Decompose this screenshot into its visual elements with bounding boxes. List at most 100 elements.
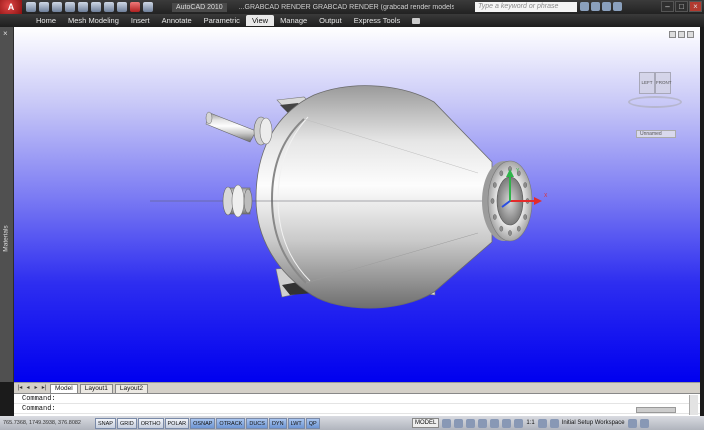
render-icon[interactable] <box>117 2 127 12</box>
toggle-polar[interactable]: POLAR <box>164 417 190 429</box>
ribbon-minimize-icon[interactable] <box>412 17 421 24</box>
toggle-otrack[interactable]: OTRACK <box>216 417 246 429</box>
layout-tabs: |◂ ◂ ▸ ▸| Model Layout1 Layout2 <box>14 382 700 393</box>
tab-manage[interactable]: Manage <box>274 15 313 26</box>
viewport-close-icon[interactable] <box>687 31 694 38</box>
tab-annotate[interactable]: Annotate <box>156 15 198 26</box>
command-history-line: Command: <box>14 394 700 404</box>
coordinate-readout[interactable]: 765.7368, 1749.3938, 376.8082 <box>0 420 95 426</box>
plot-icon[interactable] <box>91 2 101 12</box>
pan-icon[interactable] <box>466 418 476 428</box>
quick-view-drawings-icon[interactable] <box>454 418 464 428</box>
flange-bolt-hole <box>492 214 497 220</box>
toggle-qp[interactable]: QP <box>305 417 320 429</box>
toggle-ortho[interactable]: ORTHO <box>137 417 164 429</box>
open-file-icon[interactable] <box>39 2 49 12</box>
favorites-icon[interactable] <box>602 2 611 11</box>
layout-tab-layout1[interactable]: Layout1 <box>79 383 113 393</box>
layout-tab-layout2[interactable]: Layout2 <box>114 383 148 393</box>
viewport-minimize-icon[interactable] <box>669 31 676 38</box>
render-window-icon[interactable] <box>130 2 140 12</box>
lock-icon[interactable] <box>627 418 637 428</box>
clean-screen-icon[interactable] <box>639 418 649 428</box>
viewcube-compass-ring[interactable] <box>628 96 682 108</box>
search-input[interactable]: Type a keyword or phrase <box>475 2 577 12</box>
toggle-ducs[interactable]: DUCS <box>246 417 268 429</box>
palette-close-icon[interactable]: × <box>3 30 11 38</box>
tab-parametric[interactable]: Parametric <box>198 15 246 26</box>
flange-bolt-hole <box>523 214 528 220</box>
flange-bolt-hole <box>499 225 504 232</box>
model-space-button[interactable]: MODEL <box>412 418 440 428</box>
new-file-icon[interactable] <box>26 2 36 12</box>
workspace-switch-icon[interactable] <box>549 418 559 428</box>
steering-wheel-icon[interactable] <box>490 418 500 428</box>
match-properties-icon[interactable] <box>104 2 114 12</box>
tab-view[interactable]: View <box>245 15 275 26</box>
zoom-icon[interactable] <box>478 418 488 428</box>
status-bar-right: MODEL 1:1 Initial Setup Workspace <box>412 417 649 429</box>
toggle-dyn[interactable]: DYN <box>268 417 287 429</box>
annotation-scale-icon[interactable] <box>514 418 524 428</box>
redo-icon[interactable] <box>78 2 88 12</box>
drawing-viewport[interactable]: X Y LEFT FRONT Unnamed <box>14 27 700 382</box>
minimize-icon[interactable]: – <box>661 1 674 12</box>
quick-view-layouts-icon[interactable] <box>442 418 452 428</box>
command-line-slider[interactable] <box>636 407 676 413</box>
window-controls: – □ × <box>661 1 702 12</box>
palette-label: Materials <box>2 225 10 252</box>
toggle-grid[interactable]: GRID <box>116 417 137 429</box>
toggle-snap[interactable]: SNAP <box>95 417 116 429</box>
undo-icon[interactable] <box>65 2 75 12</box>
toggle-osnap[interactable]: OSNAP <box>190 417 216 429</box>
command-prompt[interactable]: Command: <box>14 404 700 414</box>
layout-tab-model[interactable]: Model <box>50 383 78 393</box>
workspace-icon[interactable] <box>143 2 153 12</box>
annotation-visibility-icon[interactable] <box>537 418 547 428</box>
first-layout-arrow-icon[interactable]: |◂ <box>16 384 24 392</box>
flange-bolt-hole <box>523 182 528 188</box>
viewcube-left-face[interactable]: LEFT <box>639 72 655 94</box>
last-layout-arrow-icon[interactable]: ▸| <box>40 384 48 392</box>
tab-home[interactable]: Home <box>30 15 62 26</box>
viewport-controls <box>669 31 694 38</box>
application-menu-button[interactable]: A <box>0 0 22 14</box>
svg-text:X: X <box>544 193 548 199</box>
inlet-pipe <box>205 111 273 146</box>
viewcube[interactable]: LEFT FRONT <box>626 70 684 110</box>
side-nozzle <box>222 184 253 218</box>
ucs-menu[interactable]: Unnamed <box>636 130 676 138</box>
flange-bolt-hole <box>499 170 504 177</box>
viewcube-front-face[interactable]: FRONT <box>655 72 672 94</box>
close-icon[interactable]: × <box>689 1 702 12</box>
prev-layout-arrow-icon[interactable]: ◂ <box>24 384 32 392</box>
next-layout-arrow-icon[interactable]: ▸ <box>32 384 40 392</box>
save-icon[interactable] <box>52 2 62 12</box>
rendered-model: X Y <box>150 85 548 309</box>
materials-palette[interactable]: × Materials <box>0 27 14 382</box>
flange-bolt-hole <box>516 225 521 232</box>
annotation-scale[interactable]: 1:1 <box>526 420 534 426</box>
tab-express-tools[interactable]: Express Tools <box>348 15 407 26</box>
showmotion-icon[interactable] <box>502 418 512 428</box>
document-title: ...GRABCAD RENDER GRABCAD RENDER (grabca… <box>238 3 454 11</box>
viewport-restore-icon[interactable] <box>678 31 685 38</box>
maximize-icon[interactable]: □ <box>675 1 688 12</box>
quick-access-toolbar <box>25 2 154 12</box>
tab-insert[interactable]: Insert <box>125 15 156 26</box>
command-line[interactable]: Command: Command: <box>14 393 700 416</box>
ribbon-tabs: Home Mesh Modeling Insert Annotate Param… <box>0 14 704 27</box>
toggle-lwt[interactable]: LWT <box>287 417 305 429</box>
tab-mesh-modeling[interactable]: Mesh Modeling <box>62 15 125 26</box>
title-bar: A AutoCAD 2010 ...GRABCAD RENDER GRABCAD… <box>0 0 704 14</box>
tab-output[interactable]: Output <box>313 15 348 26</box>
communication-center-icon[interactable] <box>591 2 600 11</box>
app-title: AutoCAD 2010 <box>172 2 227 12</box>
infocenter-toolbar <box>580 2 622 11</box>
command-line-scrollbar[interactable] <box>689 395 698 415</box>
help-icon[interactable] <box>613 2 622 11</box>
status-bar: 765.7368, 1749.3938, 376.8082 SNAP GRID … <box>0 416 704 430</box>
workspace-selector[interactable]: Initial Setup Workspace <box>562 420 625 426</box>
flange-bolt-hole <box>492 182 497 188</box>
search-icon[interactable] <box>580 2 589 11</box>
